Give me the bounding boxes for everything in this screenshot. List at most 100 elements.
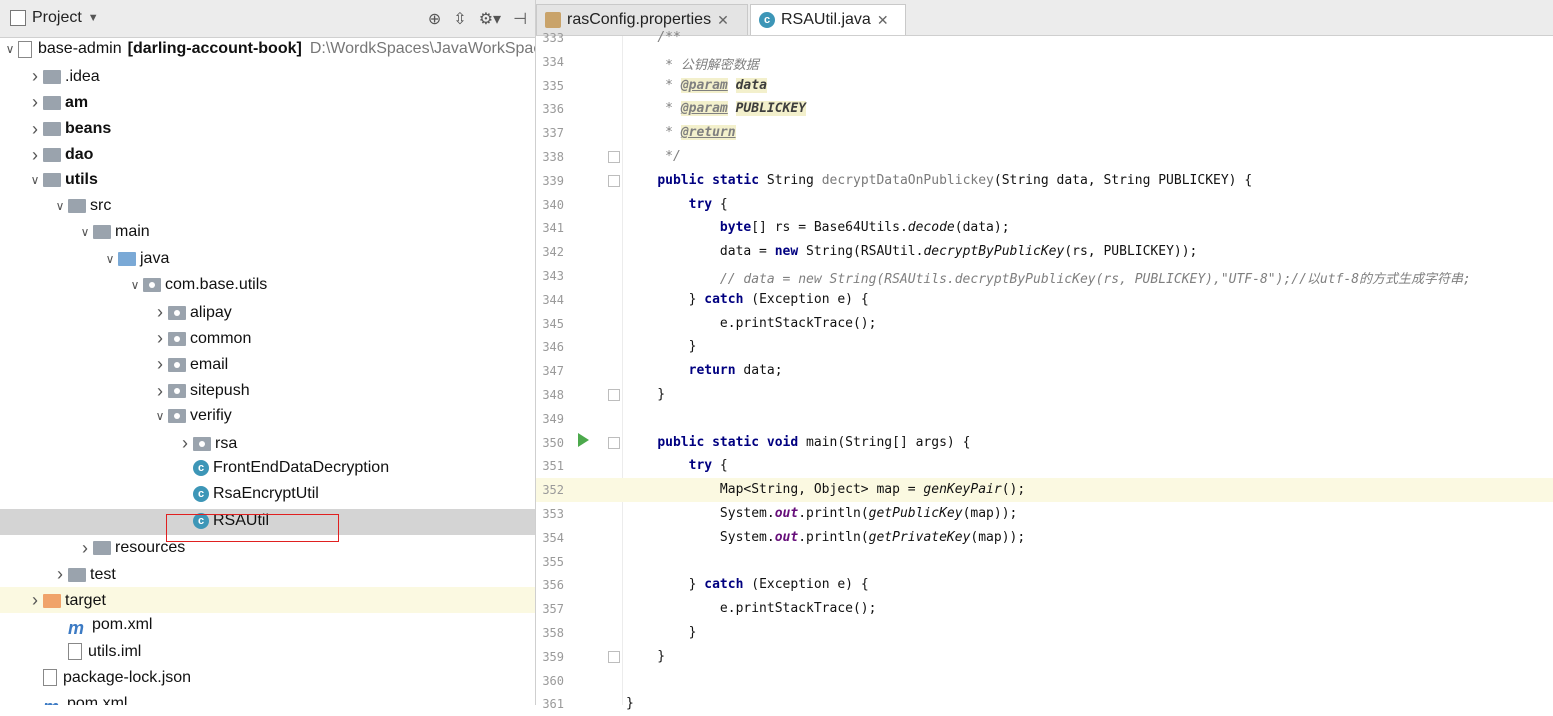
code-text: * @param PUBLICKEY	[665, 101, 807, 117]
collapse-all-icon[interactable]: ⇳	[453, 9, 466, 29]
chevron-right-icon[interactable]: ›	[27, 590, 43, 611]
code-line[interactable]: 337 * @return	[536, 121, 1553, 145]
code-line[interactable]: 344 } catch (Exception e) {	[536, 288, 1553, 312]
tree-item[interactable]: ∨ utils	[0, 168, 535, 194]
code-text: e.printStackTrace();	[626, 315, 877, 331]
line-number: 344	[542, 292, 564, 307]
fold-marker-icon[interactable]	[608, 389, 620, 401]
tree-item[interactable]: c RsaEncryptUtil	[0, 482, 535, 508]
code-line[interactable]: 343 // data = new String(RSAUtils.decryp…	[536, 264, 1553, 288]
code-line[interactable]: 339 public static String decryptDataOnPu…	[536, 169, 1553, 193]
tree-item[interactable]: › email	[0, 351, 535, 377]
chevron-right-icon[interactable]: ›	[152, 328, 168, 349]
line-number: 345	[542, 316, 564, 331]
tree-item[interactable]: utils.iml	[0, 640, 535, 666]
code-line[interactable]: 340 try {	[536, 193, 1553, 217]
code-line[interactable]: 361}	[536, 692, 1553, 716]
tree-item[interactable]: › common	[0, 325, 535, 351]
tree-item[interactable]: › test	[0, 561, 535, 587]
code-line[interactable]: 346 }	[536, 335, 1553, 359]
code-line[interactable]: 353 System.out.println(getPublicKey(map)…	[536, 502, 1553, 526]
chevron-down-icon[interactable]: ∨	[127, 278, 143, 292]
tree-item[interactable]: ∨ com.base.utils	[0, 273, 535, 299]
tree-item-label: beans	[65, 120, 112, 138]
code-line[interactable]: 350 public static void main(String[] arg…	[536, 431, 1553, 455]
chevron-down-icon[interactable]: ∨	[2, 42, 18, 56]
tree-item[interactable]: › rsa	[0, 430, 535, 456]
tree-item[interactable]: › sitepush	[0, 378, 535, 404]
chevron-right-icon[interactable]: ›	[152, 302, 168, 323]
locate-icon[interactable]: ⊕	[428, 9, 441, 29]
tree-item[interactable]: m pom.xml	[0, 692, 535, 705]
fold-marker-icon[interactable]	[608, 650, 620, 663]
code-line[interactable]: 336 * @param PUBLICKEY	[536, 97, 1553, 121]
tree-item[interactable]: package-lock.json	[0, 666, 535, 692]
package-icon	[168, 357, 186, 372]
line-number: 359	[542, 649, 564, 664]
tree-item[interactable]: › beans	[0, 116, 535, 142]
gear-icon[interactable]: ⚙▾	[479, 9, 501, 29]
source-folder-icon	[118, 251, 136, 266]
code-line[interactable]: 349	[536, 407, 1553, 431]
code-line[interactable]: 345 e.printStackTrace();	[536, 312, 1553, 336]
chevron-right-icon[interactable]: ›	[177, 433, 193, 454]
line-number: 350	[542, 435, 564, 450]
line-number: 356	[542, 578, 564, 593]
chevron-right-icon[interactable]: ›	[27, 145, 43, 166]
hide-panel-icon[interactable]: ⊣	[513, 9, 527, 29]
chevron-down-icon[interactable]: ∨	[27, 173, 43, 187]
chevron-down-icon[interactable]: ∨	[77, 225, 93, 239]
code-line[interactable]: 338 */	[536, 145, 1553, 169]
json-file-icon	[43, 669, 57, 687]
code-line[interactable]: 356 } catch (Exception e) {	[536, 573, 1553, 597]
line-number: 337	[542, 126, 564, 141]
code-line[interactable]: 348 }	[536, 383, 1553, 407]
code-line[interactable]: 355	[536, 550, 1553, 574]
chevron-down-icon[interactable]: ∨	[52, 199, 68, 213]
code-line[interactable]: 351 try {	[536, 454, 1553, 478]
chevron-right-icon[interactable]: ›	[52, 564, 68, 585]
tree-item[interactable]: ∨ src	[0, 194, 535, 220]
project-view-selector[interactable]: Project ▼	[10, 9, 99, 27]
code-line[interactable]: 359 }	[536, 645, 1553, 669]
fold-marker-icon[interactable]	[608, 436, 620, 449]
line-number: 351	[542, 459, 564, 474]
line-number: 341	[542, 221, 564, 236]
run-icon[interactable]	[578, 432, 589, 447]
code-line[interactable]: 341 byte[] rs = Base64Utils.decode(data)…	[536, 216, 1553, 240]
tree-item[interactable]: › am	[0, 89, 535, 115]
tree-item[interactable]: m pom.xml	[0, 613, 535, 639]
code-line[interactable]: 354 System.out.println(getPrivateKey(map…	[536, 526, 1553, 550]
tree-item[interactable]: › dao	[0, 142, 535, 168]
tree-item[interactable]: ∨ java	[0, 247, 535, 273]
chevron-right-icon[interactable]: ›	[152, 354, 168, 375]
code-line[interactable]: 334 * 公钥解密数据	[536, 50, 1553, 74]
code-line[interactable]: 357 e.printStackTrace();	[536, 597, 1553, 621]
code-line[interactable]: 360	[536, 669, 1553, 693]
code-line[interactable]: 352 Map<String, Object> map = genKeyPair…	[536, 478, 1553, 503]
tree-item[interactable]: c FrontEndDataDecryption	[0, 456, 535, 482]
code-text: System.out.println(getPrivateKey(map));	[626, 529, 1026, 545]
code-line[interactable]: 358 }	[536, 621, 1553, 645]
chevron-right-icon[interactable]: ›	[27, 66, 43, 87]
chevron-right-icon[interactable]: ›	[27, 92, 43, 113]
chevron-down-icon[interactable]: ∨	[152, 409, 168, 423]
tree-item[interactable]: › target	[0, 587, 535, 614]
code-editor[interactable]: 333 /** 334 * 公钥解密数据 335 * @param data 336 …	[536, 30, 1553, 711]
code-line[interactable]: 335 * @param data	[536, 74, 1553, 98]
tree-item[interactable]: › .idea	[0, 63, 535, 89]
tree-item[interactable]: › alipay	[0, 299, 535, 325]
code-line[interactable]: 333 /**	[536, 26, 1553, 50]
tree-item[interactable]: ∨ base-admin [darling-account-book] D:\Word…	[0, 37, 535, 63]
chevron-right-icon[interactable]: ›	[27, 119, 43, 140]
code-line[interactable]: 342 data = new String(RSAUtil.decryptByP…	[536, 240, 1553, 264]
chevron-right-icon[interactable]: ›	[152, 381, 168, 402]
tree-item[interactable]: ∨ verifiy	[0, 404, 535, 430]
fold-marker-icon[interactable]	[608, 151, 620, 163]
code-line[interactable]: 347 return data;	[536, 359, 1553, 383]
folder-icon	[68, 199, 86, 214]
tree-item[interactable]: ∨ main	[0, 220, 535, 246]
chevron-down-icon[interactable]: ∨	[102, 252, 118, 266]
chevron-right-icon[interactable]: ›	[77, 538, 93, 559]
fold-marker-icon[interactable]	[608, 174, 620, 187]
